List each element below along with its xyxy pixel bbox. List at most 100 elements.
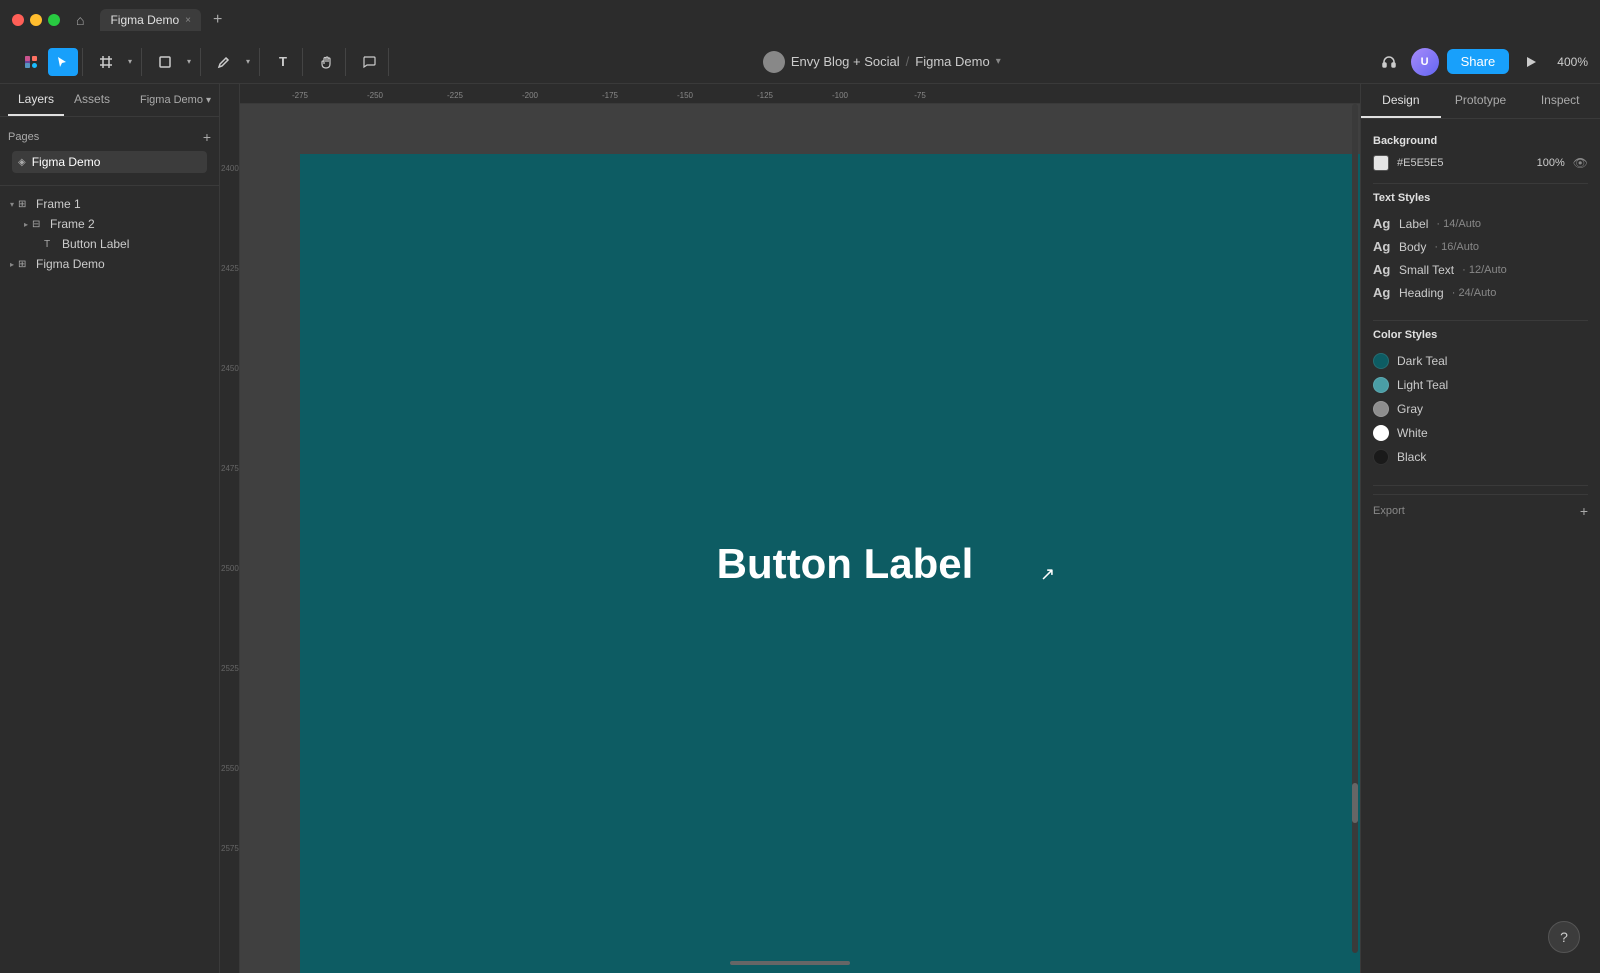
- audio-button[interactable]: [1375, 48, 1403, 76]
- layer-item-button-label[interactable]: T Button Label: [4, 234, 215, 254]
- text-style-name-label: Label: [1399, 217, 1428, 231]
- text-style-body[interactable]: Ag Body · 16/Auto: [1373, 235, 1588, 258]
- maximize-dot[interactable]: [48, 14, 60, 26]
- layer-item-frame1[interactable]: ▾ ⊞ Frame 1: [4, 194, 215, 214]
- tool-group-comment: [350, 48, 389, 76]
- color-style-dark-teal[interactable]: Dark Teal: [1373, 349, 1588, 373]
- ruler-label-250: -250: [367, 91, 383, 100]
- dropdown-chevron-icon[interactable]: ▾: [996, 56, 1001, 67]
- text-tool-button[interactable]: T: [268, 48, 298, 76]
- light-teal-label: Light Teal: [1397, 378, 1448, 392]
- color-style-white[interactable]: White: [1373, 421, 1588, 445]
- light-teal-swatch: [1373, 377, 1389, 393]
- tool-group-main: [12, 48, 83, 76]
- background-opacity-value[interactable]: 100%: [1537, 157, 1565, 169]
- separator: /: [906, 54, 910, 69]
- left-panel-tabs: Layers Assets Figma Demo ▾: [0, 84, 219, 117]
- page-item-figma-demo[interactable]: ◈ Figma Demo: [12, 151, 207, 173]
- share-button[interactable]: Share: [1447, 49, 1510, 74]
- tab-layers[interactable]: Layers: [8, 84, 64, 116]
- layer-item-frame2[interactable]: ▸ ⊟ Frame 2: [4, 214, 215, 234]
- design-frame[interactable]: Button Label: [300, 154, 1360, 973]
- tool-group-frames: ▾: [87, 48, 142, 76]
- project-avatar: [763, 51, 785, 73]
- pages-section: Pages + ◈ Figma Demo: [0, 117, 219, 177]
- gray-swatch: [1373, 401, 1389, 417]
- move-tool-button[interactable]: [48, 48, 78, 76]
- ruler-label-275: -275: [292, 91, 308, 100]
- scrollbar-vertical[interactable]: [1352, 104, 1358, 953]
- main-layout: Layers Assets Figma Demo ▾ Pages + ◈ Fig…: [0, 84, 1600, 973]
- canvas-content: Button Label: [240, 104, 1360, 973]
- frame-icon: [99, 55, 113, 69]
- text-style-small-text[interactable]: Ag Small Text · 12/Auto: [1373, 258, 1588, 281]
- frame-tool-button[interactable]: [91, 48, 121, 76]
- frame-layer-icon: ⊞: [18, 199, 32, 210]
- play-icon: [1524, 55, 1538, 69]
- user-avatar[interactable]: U: [1411, 48, 1439, 76]
- color-style-light-teal[interactable]: Light Teal: [1373, 373, 1588, 397]
- tool-group-text: T: [264, 48, 303, 76]
- panel-divider: [0, 185, 219, 186]
- close-dot[interactable]: [12, 14, 24, 26]
- gray-label: Gray: [1397, 402, 1423, 416]
- toolbar-right: U Share 400%: [1375, 48, 1588, 76]
- tool-group-hand: [307, 48, 346, 76]
- pen-icon: [217, 55, 231, 69]
- present-button[interactable]: [1517, 48, 1545, 76]
- frame-chevron[interactable]: ▾: [123, 48, 137, 76]
- window-controls: [12, 14, 60, 26]
- black-label: Black: [1397, 450, 1426, 464]
- background-color-swatch[interactable]: [1373, 155, 1389, 171]
- color-style-black[interactable]: Black: [1373, 445, 1588, 469]
- ruler-label-2425: 2425: [221, 264, 239, 273]
- project-name: Envy Blog + Social: [791, 54, 900, 69]
- layers-list: ▾ ⊞ Frame 1 ▸ ⊟ Frame 2 T Button Label ▸…: [0, 194, 219, 274]
- scrollbar-horizontal[interactable]: [730, 961, 850, 965]
- background-section-heading: Background: [1373, 135, 1588, 147]
- add-export-button[interactable]: +: [1580, 503, 1588, 519]
- ruler-label-2550: 2550: [221, 764, 239, 773]
- text-style-heading[interactable]: Ag Heading · 24/Auto: [1373, 281, 1588, 304]
- shape-chevron[interactable]: ▾: [182, 48, 196, 76]
- layer-item-figma-demo[interactable]: ▸ ⊞ Figma Demo: [4, 254, 215, 274]
- text-style-label[interactable]: Ag Label · 14/Auto: [1373, 212, 1588, 235]
- tab-prototype[interactable]: Prototype: [1441, 84, 1521, 118]
- comment-tool-button[interactable]: [354, 48, 384, 76]
- component-layer-icon: ⊟: [32, 219, 46, 230]
- file-tab[interactable]: Figma Demo ×: [100, 9, 201, 31]
- home-icon[interactable]: ⌂: [76, 12, 84, 28]
- main-menu-button[interactable]: [16, 48, 46, 76]
- ag-icon-label: Ag: [1373, 216, 1391, 231]
- tab-inspect[interactable]: Inspect: [1520, 84, 1600, 118]
- file-name: Figma Demo: [915, 54, 989, 69]
- hand-icon: [319, 55, 333, 69]
- pen-chevron[interactable]: ▾: [241, 48, 255, 76]
- visibility-toggle-icon[interactable]: 👁: [1573, 156, 1588, 170]
- scrollbar-thumb-vertical[interactable]: [1352, 783, 1358, 823]
- shape-tool-button[interactable]: [150, 48, 180, 76]
- background-hex-value[interactable]: #E5E5E5: [1397, 157, 1529, 169]
- help-button[interactable]: ?: [1548, 921, 1580, 953]
- new-tab-button[interactable]: +: [213, 11, 222, 29]
- minimize-dot[interactable]: [30, 14, 42, 26]
- text-style-size-body: · 16/Auto: [1434, 241, 1479, 253]
- ruler-label-2450: 2450: [221, 364, 239, 373]
- add-page-button[interactable]: +: [203, 129, 211, 145]
- color-style-gray[interactable]: Gray: [1373, 397, 1588, 421]
- headphone-icon: [1381, 54, 1397, 70]
- white-label: White: [1397, 426, 1428, 440]
- pen-tool-button[interactable]: [209, 48, 239, 76]
- ruler-label-200: -200: [522, 91, 538, 100]
- color-styles-section: Color Styles Dark Teal Light Teal Gray W…: [1373, 329, 1588, 469]
- comment-icon: [362, 55, 376, 69]
- project-info[interactable]: Envy Blog + Social / Figma Demo ▾: [763, 51, 1001, 73]
- tab-design[interactable]: Design: [1361, 84, 1441, 118]
- hand-tool-button[interactable]: [311, 48, 341, 76]
- black-swatch: [1373, 449, 1389, 465]
- canvas-button-label: Button Label: [717, 540, 974, 588]
- section-divider-1: [1373, 183, 1588, 184]
- canvas-area[interactable]: -275 -250 -225 -200 -175 -150 -125 -100 …: [220, 84, 1360, 973]
- tab-close-button[interactable]: ×: [185, 15, 191, 26]
- tab-assets[interactable]: Assets: [64, 84, 120, 116]
